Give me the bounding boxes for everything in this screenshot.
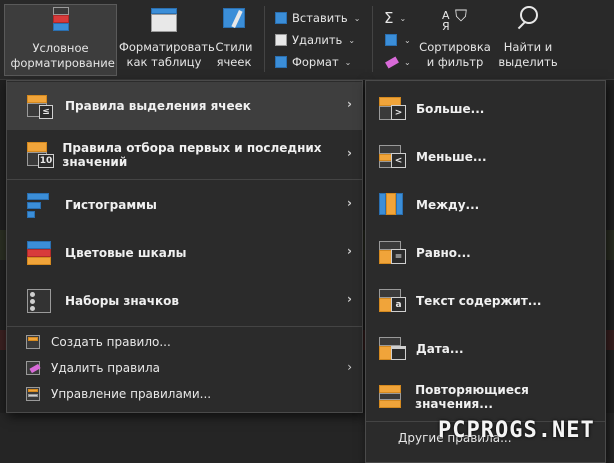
- menu-item-label: Удалить правила: [51, 361, 161, 375]
- submenu-item-between[interactable]: Между...: [366, 182, 605, 228]
- chevron-right-icon: ›: [347, 244, 352, 258]
- delete-label: Удалить: [292, 33, 343, 47]
- find-select-label: Найти и выделить: [498, 40, 558, 69]
- delete-icon: [274, 33, 288, 47]
- top-bottom-icon: 10: [25, 140, 54, 170]
- sort-filter-label: Сортировка и фильтр: [419, 40, 491, 69]
- fill-down-icon: [384, 33, 398, 47]
- menu-item-label: Правила выделения ячеек: [65, 99, 251, 113]
- ribbon-separator: [264, 6, 265, 72]
- conditional-formatting-icon: [44, 5, 78, 37]
- clear-rules-icon: [25, 360, 41, 376]
- chevron-right-icon: ›: [347, 146, 352, 160]
- eraser-icon: [384, 55, 399, 69]
- fill-button[interactable]: ⌄: [384, 30, 411, 50]
- data-bars-icon: [25, 190, 55, 220]
- menu-item-color-scales[interactable]: Цветовые шкалы ›: [7, 229, 362, 277]
- menu-divider: [7, 179, 362, 180]
- text-contains-icon: a: [378, 286, 408, 316]
- chevron-down-icon: ⌄: [404, 35, 411, 45]
- submenu-item-label: Между...: [416, 198, 480, 212]
- duplicate-values-icon: [378, 382, 407, 412]
- chevron-down-icon: ⌄: [404, 57, 411, 67]
- submenu-item-date[interactable]: Дата...: [366, 326, 605, 372]
- equal-to-icon: =: [378, 238, 408, 268]
- delete-button[interactable]: Удалить ⌄: [274, 30, 355, 50]
- menu-item-label: Создать правило...: [51, 335, 171, 349]
- chevron-right-icon: ›: [347, 196, 352, 210]
- format-button[interactable]: Формат ⌄: [274, 52, 351, 72]
- menu-item-label: Управление правилами...: [51, 387, 212, 401]
- search-icon: [511, 4, 545, 36]
- menu-item-highlight-cells-rules[interactable]: ≤ Правила выделения ячеек ›: [7, 82, 362, 130]
- format-icon: [274, 55, 288, 69]
- submenu-item-equal-to[interactable]: = Равно...: [366, 230, 605, 276]
- format-as-table-label: Форматировать как таблицу: [119, 40, 215, 69]
- chevron-right-icon: ›: [347, 97, 352, 111]
- submenu-item-label: Меньше...: [416, 150, 487, 164]
- cell-styles-button[interactable]: Стили ячеек: [210, 4, 258, 76]
- watermark: PCPROGS.NET: [438, 418, 595, 443]
- submenu-item-label: Больше...: [416, 102, 485, 116]
- cell-styles-icon: [217, 4, 251, 36]
- submenu-item-label: Равно...: [416, 246, 471, 260]
- autosum-button[interactable]: Σ ⌄: [384, 8, 406, 28]
- less-than-icon: <: [378, 142, 408, 172]
- chevron-down-icon: ⌄: [344, 57, 352, 67]
- conditional-formatting-button[interactable]: Условное форматирование: [4, 4, 117, 76]
- icon-sets-icon: [25, 286, 55, 316]
- sigma-icon: Σ: [384, 9, 394, 27]
- menu-item-manage-rules[interactable]: Управление правилами...: [7, 381, 362, 407]
- insert-button[interactable]: Вставить ⌄: [274, 8, 360, 28]
- highlight-cells-icon: ≤: [25, 91, 55, 121]
- table-icon: [147, 4, 181, 36]
- insert-label: Вставить: [292, 11, 348, 25]
- chevron-right-icon: ›: [347, 292, 352, 306]
- format-label: Формат: [292, 55, 339, 69]
- submenu-item-label: Текст содержит...: [416, 294, 542, 308]
- menu-item-label: Цветовые шкалы: [65, 246, 187, 260]
- menu-item-label: Гистограммы: [65, 198, 157, 212]
- sort-filter-button[interactable]: A Я ⛉ Сортировка и фильтр: [418, 4, 492, 76]
- menu-item-clear-rules[interactable]: Удалить правила ›: [7, 355, 362, 381]
- ribbon-separator: [372, 6, 373, 72]
- submenu-item-label: Дата...: [416, 342, 464, 356]
- menu-item-label: Наборы значков: [65, 294, 179, 308]
- cell-styles-label: Стили ячеек: [215, 40, 253, 69]
- new-rule-icon: [25, 334, 41, 350]
- chevron-down-icon: ⌄: [348, 35, 356, 45]
- greater-than-icon: >: [378, 94, 408, 124]
- color-scales-icon: [25, 238, 55, 268]
- menu-item-new-rule[interactable]: Создать правило...: [7, 329, 362, 355]
- menu-item-icon-sets[interactable]: Наборы значков ›: [7, 277, 362, 325]
- menu-item-label: Правила отбора первых и последних значен…: [62, 141, 322, 169]
- calendar-icon: [378, 334, 408, 364]
- highlight-cells-submenu: > Больше... < Меньше... Между... = Равно…: [365, 80, 606, 463]
- between-icon: [378, 190, 408, 220]
- conditional-formatting-label: Условное форматирование: [10, 41, 115, 70]
- ribbon: Условное форматирование Форматировать ка…: [0, 0, 614, 80]
- conditional-formatting-menu: ≤ Правила выделения ячеек › 10 Правила о…: [6, 80, 363, 413]
- chevron-down-icon: ⌄: [399, 13, 407, 23]
- submenu-item-greater-than[interactable]: > Больше...: [366, 86, 605, 132]
- insert-icon: [274, 11, 288, 25]
- chevron-down-icon: ⌄: [353, 13, 361, 23]
- menu-divider: [7, 326, 362, 327]
- submenu-item-text-contains[interactable]: a Текст содержит...: [366, 278, 605, 324]
- format-as-table-button[interactable]: Форматировать как таблицу: [118, 4, 215, 76]
- submenu-item-less-than[interactable]: < Меньше...: [366, 134, 605, 180]
- find-select-button[interactable]: Найти и выделить: [494, 4, 562, 76]
- menu-item-top-bottom-rules[interactable]: 10 Правила отбора первых и последних зна…: [7, 131, 362, 179]
- submenu-item-label: Повторяющиеся значения...: [415, 383, 529, 411]
- manage-rules-icon: [25, 386, 41, 402]
- menu-item-data-bars[interactable]: Гистограммы ›: [7, 181, 362, 229]
- submenu-item-duplicate-values[interactable]: Повторяющиеся значения...: [366, 374, 605, 420]
- chevron-right-icon: ›: [347, 360, 352, 374]
- sort-filter-icon: A Я ⛉: [442, 6, 468, 34]
- clear-button[interactable]: ⌄: [384, 52, 411, 72]
